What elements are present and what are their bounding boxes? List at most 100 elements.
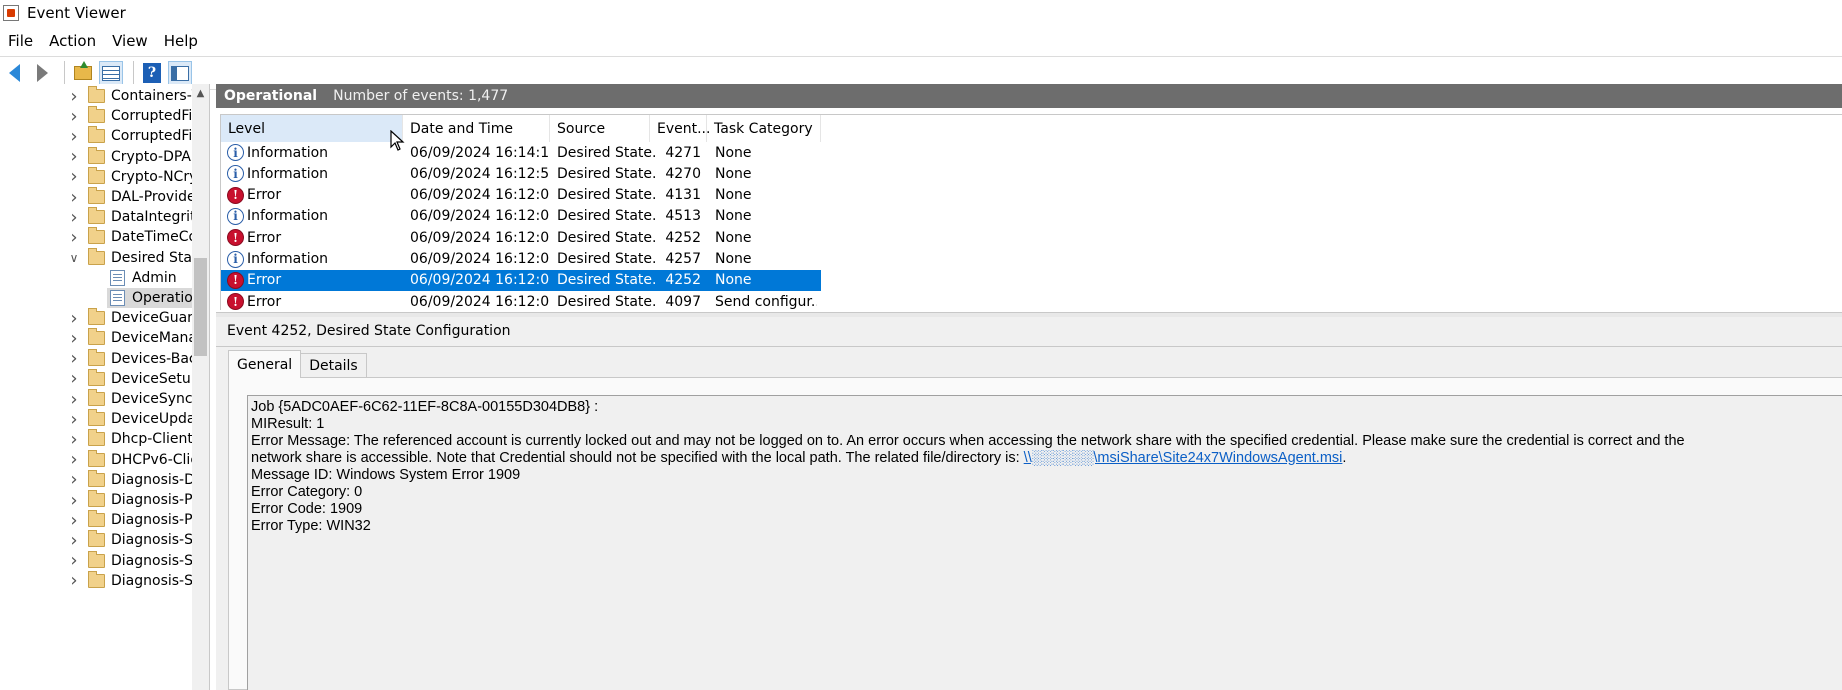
- event-viewer-app-icon: [3, 5, 19, 21]
- menu-action[interactable]: Action: [41, 32, 104, 50]
- chevron-right-icon[interactable]: ›: [67, 429, 81, 449]
- tree-item-folder[interactable]: › DHCPv6-Clier: [0, 449, 192, 470]
- tree-item-folder[interactable]: ∨ Desired State: [0, 247, 192, 268]
- tree-item-folder[interactable]: › Diagnosis-PC: [0, 490, 192, 510]
- folder-icon: [88, 348, 105, 366]
- event-row[interactable]: ! Error 06/09/2024 16:12:01 Desired State..…: [221, 227, 821, 248]
- forward-button[interactable]: [30, 61, 54, 85]
- tree-item-folder[interactable]: › Diagnosis-Scr: [0, 570, 192, 591]
- chevron-right-icon[interactable]: ›: [67, 510, 81, 530]
- tree-item-folder[interactable]: › Diagnosis-Sch: [0, 530, 192, 550]
- tree-item-folder[interactable]: › CorruptedFile: [0, 126, 192, 146]
- date-cell: 06/09/2024 16:12:01: [410, 251, 550, 267]
- chevron-right-icon[interactable]: ›: [67, 328, 81, 348]
- task-category-cell: None: [715, 144, 752, 161]
- chevron-right-icon[interactable]: ›: [67, 389, 81, 409]
- tree-item-folder[interactable]: › DateTimeCor: [0, 227, 192, 247]
- show-hide-console-tree-button[interactable]: [99, 61, 123, 85]
- tree-item-folder[interactable]: › DeviceUpdate: [0, 409, 192, 429]
- chevron-right-icon[interactable]: ›: [67, 187, 81, 207]
- tree-item-folder[interactable]: › Containers-W: [0, 86, 192, 106]
- chevron-right-icon[interactable]: ›: [67, 308, 81, 328]
- column-header-date[interactable]: Date and Time: [403, 115, 550, 142]
- tree-item-label: DateTimeCor: [111, 229, 192, 246]
- column-header-task-category[interactable]: Task Category: [707, 115, 821, 142]
- up-one-level-button[interactable]: [71, 61, 95, 85]
- tree-item-folder[interactable]: › CorruptedFile: [0, 106, 192, 126]
- tree-item-label: Diagnosis-PLA: [111, 512, 192, 529]
- event-id-cell: 4270: [665, 165, 701, 182]
- chevron-right-icon[interactable]: ›: [67, 409, 81, 429]
- tree-item-folder[interactable]: › DAL-Provider: [0, 187, 192, 207]
- tree-item-log[interactable]: Operation: [107, 288, 192, 308]
- scroll-up-arrow-icon[interactable]: ▲: [192, 88, 209, 102]
- toolbar-separator: [64, 61, 65, 85]
- scrollbar-thumb[interactable]: [194, 258, 207, 356]
- tree-item-folder[interactable]: › DeviceManag: [0, 328, 192, 348]
- folder-icon: [88, 389, 105, 406]
- tab-details[interactable]: Details: [300, 353, 367, 378]
- chevron-right-icon[interactable]: ›: [67, 450, 81, 470]
- folder-icon: [88, 227, 105, 245]
- tree-item-folder[interactable]: › Crypto-DPAP: [0, 146, 192, 167]
- folder-icon: [88, 86, 105, 103]
- column-header-source[interactable]: Source: [550, 115, 650, 142]
- event-row[interactable]: i Information 06/09/2024 16:12:01 Desired S…: [221, 206, 821, 227]
- file-path-link[interactable]: \\░░░░░░\msiShare\Site24x7WindowsAgent.m…: [1024, 450, 1343, 466]
- chevron-right-icon[interactable]: ›: [67, 126, 81, 146]
- console-tree[interactable]: › Containers-W › CorruptedFile › CorruptedFil…: [0, 84, 210, 690]
- chevron-right-icon[interactable]: ›: [67, 147, 81, 167]
- chevron-right-icon[interactable]: ›: [67, 490, 81, 510]
- chevron-right-icon[interactable]: ›: [67, 349, 81, 369]
- chevron-right-icon[interactable]: ›: [67, 470, 81, 490]
- tree-item-folder[interactable]: › DeviceGuard: [0, 308, 192, 328]
- chevron-right-icon[interactable]: ›: [67, 369, 81, 389]
- tree-item-folder[interactable]: › DeviceSync: [0, 389, 192, 409]
- tree-item-label: DeviceSetupM: [111, 370, 192, 387]
- events-grid[interactable]: Level Date and Time Source Event... Task…: [220, 114, 1842, 312]
- event-row[interactable]: i Information 06/09/2024 16:12:01 Desired S…: [221, 249, 821, 270]
- back-button[interactable]: [2, 61, 26, 85]
- task-category-cell: None: [715, 165, 752, 182]
- tree-item-folder[interactable]: › DeviceSetupM: [0, 368, 192, 389]
- source-cell: Desired State...: [557, 229, 658, 246]
- event-row[interactable]: ! Error 06/09/2024 16:12:01 Desired State..…: [221, 185, 821, 206]
- event-row[interactable]: ! Error 06/09/2024 16:12:01 Desired State..…: [221, 291, 821, 312]
- tree-item-folder[interactable]: › Devices-Back: [0, 348, 192, 369]
- chevron-right-icon[interactable]: ›: [67, 530, 81, 550]
- menu-help[interactable]: Help: [156, 32, 206, 50]
- level-cell: ! Error: [221, 227, 403, 248]
- tab-general[interactable]: General: [228, 350, 302, 378]
- column-header-level[interactable]: Level: [221, 115, 403, 142]
- menu-view[interactable]: View: [104, 32, 156, 50]
- chevron-right-icon[interactable]: ›: [67, 86, 81, 106]
- chevron-right-icon[interactable]: ›: [67, 227, 81, 247]
- show-hide-console-tree-icon: [102, 65, 120, 81]
- tree-item-folder[interactable]: › Dhcp-Client: [0, 429, 192, 449]
- menu-file[interactable]: File: [0, 32, 41, 50]
- tree-item-folder[interactable]: › Diagnosis-DP: [0, 469, 192, 490]
- column-header-event-id[interactable]: Event...: [650, 115, 710, 142]
- chevron-right-icon[interactable]: ›: [67, 571, 81, 591]
- chevron-right-icon[interactable]: ›: [67, 167, 81, 187]
- event-row[interactable]: i Information 06/09/2024 16:14:15 Desired S…: [221, 142, 821, 163]
- chevron-down-icon[interactable]: ∨: [67, 251, 81, 265]
- chevron-right-icon[interactable]: ›: [67, 551, 81, 571]
- tree-item-folder[interactable]: › DataIntegrityS: [0, 207, 192, 227]
- show-hide-action-pane-button[interactable]: [168, 61, 192, 85]
- toolbar-separator: [133, 61, 134, 85]
- help-button[interactable]: ?: [140, 61, 164, 85]
- tree-item-folder[interactable]: › Crypto-NCryp: [0, 166, 192, 187]
- tree-scrollbar[interactable]: ▲: [192, 84, 209, 690]
- tree-item-log[interactable]: Admin: [0, 268, 192, 288]
- event-message-box[interactable]: Job {5ADC0AEF-6C62-11EF-8C8A-00155D304DB…: [247, 395, 1842, 690]
- chevron-right-icon[interactable]: ›: [67, 106, 81, 126]
- event-row[interactable]: i Information 06/09/2024 16:12:53 Desired S…: [221, 163, 821, 184]
- message-text: .: [1342, 450, 1347, 466]
- level-cell: i Information: [221, 249, 403, 270]
- event-row[interactable]: ! Error 06/09/2024 16:12:01 Desired State..…: [221, 269, 821, 291]
- tree-item-folder[interactable]: › Diagnosis-Scr: [0, 550, 192, 571]
- error-icon: !: [227, 271, 244, 289]
- chevron-right-icon[interactable]: ›: [67, 207, 81, 227]
- tree-item-folder[interactable]: › Diagnosis-PLA: [0, 510, 192, 530]
